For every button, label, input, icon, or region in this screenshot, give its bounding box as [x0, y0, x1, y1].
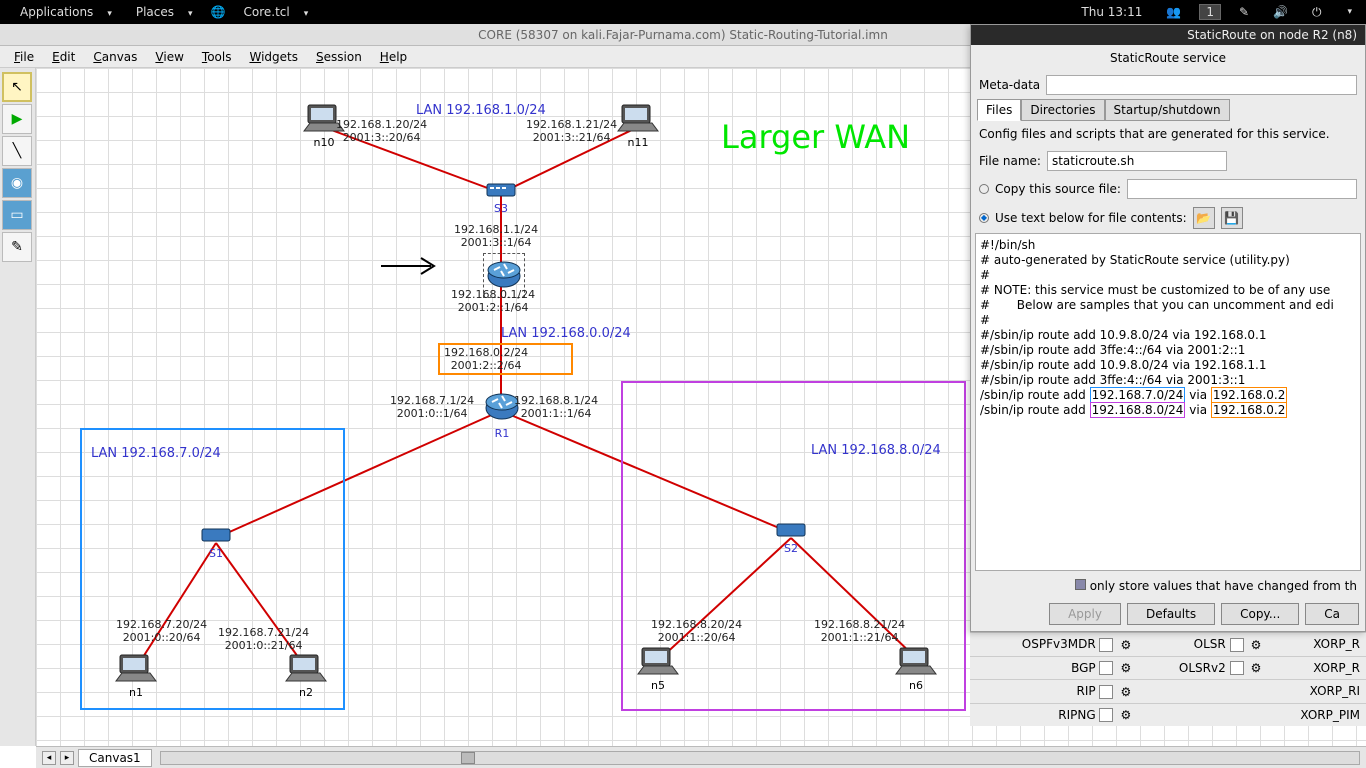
menu-places[interactable]: Places▾: [124, 5, 205, 19]
tool-router[interactable]: ◉: [2, 168, 32, 198]
tray-volume-icon[interactable]: 🔊: [1267, 5, 1294, 19]
lan-label-top: LAN 192.168.1.0/24: [416, 103, 546, 118]
svc-xorp-pim: XORP_PIM: [1300, 708, 1360, 722]
filename-input[interactable]: [1047, 151, 1227, 171]
script-textarea[interactable]: #!/bin/sh # auto-generated by StaticRout…: [975, 233, 1361, 571]
ip-n6: 192.168.8.21/24 2001:1::21/64: [814, 618, 905, 644]
lan-label-mid: LAN 192.168.0.0/24: [501, 326, 631, 341]
workspace-indicator[interactable]: 1: [1199, 4, 1221, 20]
radio-use-text[interactable]: ◆: [979, 213, 989, 223]
tray-users-icon[interactable]: 👥: [1160, 5, 1187, 19]
dialog-title[interactable]: StaticRoute on node R2 (n8): [971, 25, 1365, 45]
svc-rip: RIP: [1077, 684, 1096, 698]
left-toolbar: ↖ ▶ ╲ ◉ ▭ ✎: [0, 68, 36, 746]
tool-run[interactable]: ▶: [2, 104, 32, 134]
menu-session[interactable]: Session: [308, 48, 370, 66]
copy-source-label: Copy this source file:: [995, 182, 1121, 196]
meta-label: Meta-data: [979, 78, 1040, 92]
node-n1[interactable]: n1: [114, 653, 158, 699]
use-text-label: Use text below for file contents:: [995, 211, 1187, 225]
menu-view[interactable]: View: [147, 48, 191, 66]
ip-n10: 192.168.1.20/24 2001:3::20/64: [336, 118, 427, 144]
tab-scroll-right[interactable]: ▸: [60, 751, 74, 765]
svc-check[interactable]: [1099, 638, 1113, 652]
ip-n2: 192.168.7.21/24 2001:0::21/64: [218, 626, 309, 652]
svc-xorp-r2: XORP_R: [1313, 661, 1360, 675]
ip-r2-bot: 192.168.0.1/24 2001:2::1/64: [451, 288, 535, 314]
copy-button[interactable]: Copy...: [1221, 603, 1299, 625]
canvas-tabs: ◂ ▸ Canvas1: [36, 746, 1366, 768]
menu-edit[interactable]: Edit: [44, 48, 83, 66]
staticroute-dialog: StaticRoute on node R2 (n8) StaticRoute …: [970, 24, 1366, 632]
svc-xorp-r1: XORP_R: [1313, 637, 1360, 651]
apply-button[interactable]: Apply: [1049, 603, 1121, 625]
tab-startup[interactable]: Startup/shutdown: [1105, 99, 1230, 121]
svc-ospfv3mdr: OSPFv3MDR: [1022, 637, 1096, 651]
dialog-subtitle: StaticRoute service: [971, 45, 1365, 71]
svc-bgp: BGP: [1071, 661, 1096, 675]
svc-xorp-ri: XORP_RI: [1310, 684, 1360, 698]
tool-annotate[interactable]: ✎: [2, 232, 32, 262]
dialog-tabs: Files Directories Startup/shutdown: [971, 99, 1365, 121]
open-file-icon[interactable]: 📂: [1193, 207, 1215, 229]
ip-r2-top: 192.168.1.1/24 2001:3::1/64: [454, 223, 538, 249]
menu-file[interactable]: File: [6, 48, 42, 66]
menu-widgets[interactable]: Widgets: [241, 48, 306, 66]
menu-help[interactable]: Help: [372, 48, 415, 66]
filename-label: File name:: [979, 154, 1041, 168]
gear-icon[interactable]: ⚙: [1117, 638, 1131, 652]
dialog-description: Config files and scripts that are genera…: [971, 121, 1365, 147]
defaults-button[interactable]: Defaults: [1127, 603, 1215, 625]
tray-power-icon[interactable]: ⏻: [1306, 5, 1328, 20]
node-n11[interactable]: n11: [616, 103, 660, 149]
ip-r1-top: 192.168.0.2/24 2001:2::2/64: [444, 346, 528, 372]
store-checkbox[interactable]: [1075, 579, 1086, 590]
tool-switch[interactable]: ▭: [2, 200, 32, 230]
node-s3[interactable]: S3: [486, 181, 516, 215]
tool-select[interactable]: ↖: [2, 72, 32, 102]
os-top-bar: Applications▾ Places▾ 🌐 Core.tcl▾ Thu 13…: [0, 0, 1366, 24]
menu-tools[interactable]: Tools: [194, 48, 240, 66]
ip-n5: 192.168.8.20/24 2001:1::20/64: [651, 618, 742, 644]
tray-menu-icon[interactable]: ▾: [1341, 7, 1358, 17]
cancel-button[interactable]: Ca: [1305, 603, 1359, 625]
node-s1[interactable]: S1: [201, 526, 231, 560]
ip-n1: 192.168.7.20/24 2001:0::20/64: [116, 618, 207, 644]
meta-input[interactable]: [1046, 75, 1357, 95]
app-icon: 🌐: [205, 5, 232, 19]
annotation-title: Larger WAN: [721, 118, 910, 156]
menu-canvas[interactable]: Canvas: [85, 48, 145, 66]
tool-link[interactable]: ╲: [2, 136, 32, 166]
radio-copy-source[interactable]: [979, 184, 989, 194]
node-s2[interactable]: S2: [776, 521, 806, 555]
ip-n11: 192.168.1.21/24 2001:3::21/64: [526, 118, 617, 144]
services-panel: OSPFv3MDR ⚙ OLSR ⚙ XORP_R BGP ⚙ OLSRv2 ⚙…: [970, 632, 1366, 726]
svc-olsrv2: OLSRv2: [1179, 661, 1226, 675]
menu-applications[interactable]: Applications▾: [8, 5, 124, 19]
tab-directories[interactable]: Directories: [1021, 99, 1104, 121]
svc-olsr: OLSR: [1194, 637, 1226, 651]
tray-picker-icon[interactable]: ✎: [1233, 5, 1255, 19]
svc-ripng: RIPNG: [1058, 708, 1095, 722]
node-n6[interactable]: n6: [894, 646, 938, 692]
node-n2[interactable]: n2: [284, 653, 328, 699]
tab-files[interactable]: Files: [977, 99, 1021, 121]
node-n5[interactable]: n5: [636, 646, 680, 692]
menu-app[interactable]: Core.tcl▾: [231, 5, 320, 19]
ip-r1-r: 192.168.8.1/24 2001:1::1/64: [514, 394, 598, 420]
h-scrollbar[interactable]: [160, 751, 1360, 765]
clock: Thu 13:11: [1075, 5, 1148, 19]
tab-scroll-left[interactable]: ◂: [42, 751, 56, 765]
copy-source-input[interactable]: [1127, 179, 1357, 199]
save-file-icon[interactable]: 💾: [1221, 207, 1243, 229]
tab-canvas1[interactable]: Canvas1: [78, 749, 152, 767]
ip-r1-l: 192.168.7.1/24 2001:0::1/64: [390, 394, 474, 420]
store-label: only store values that have changed from…: [1090, 579, 1357, 593]
